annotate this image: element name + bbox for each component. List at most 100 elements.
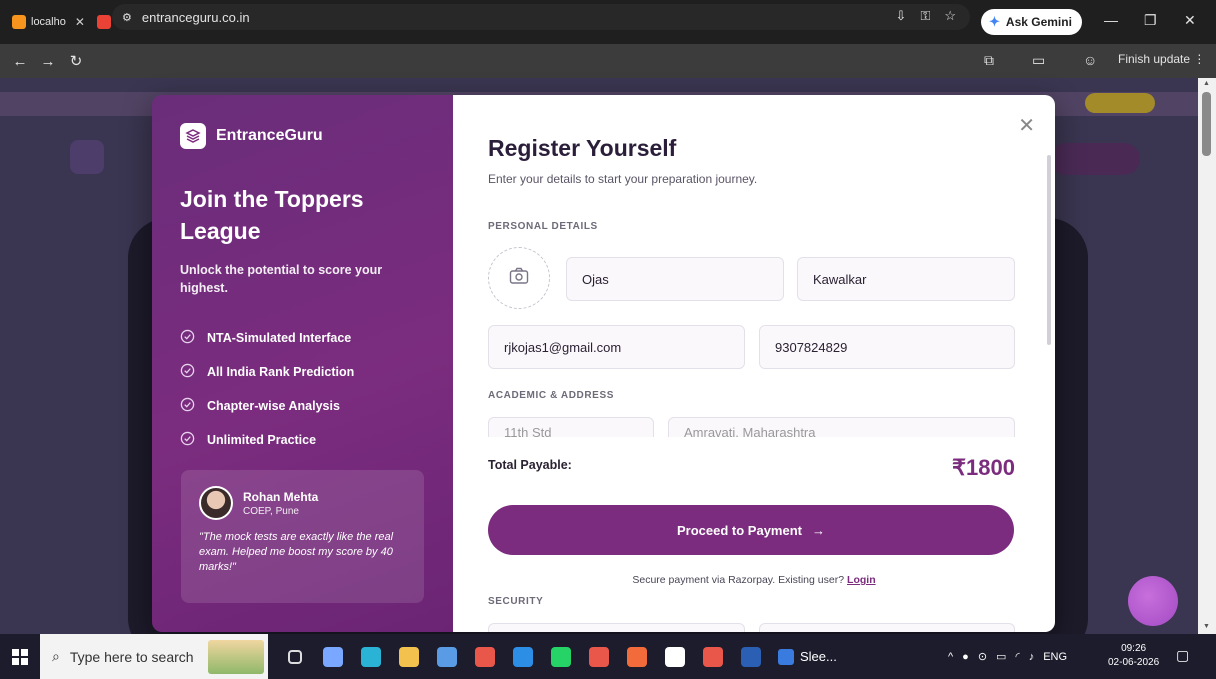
wifi-icon[interactable]: ◜ [1015, 650, 1019, 663]
store-icon[interactable] [428, 634, 466, 679]
check-circle-icon [180, 329, 195, 347]
feature-item: Chapter-wise Analysis [180, 389, 425, 423]
feature-label: NTA-Simulated Interface [207, 331, 352, 345]
word-icon[interactable] [732, 634, 770, 679]
login-link[interactable]: Login [847, 574, 876, 586]
phone-field[interactable]: 9307824829 [759, 325, 1015, 369]
omnibox[interactable]: ⚙ entranceguru.co.in ⇩ ⚿ ☆ [112, 4, 970, 30]
volume-icon[interactable]: ♪ [1029, 651, 1035, 663]
site-settings-icon[interactable]: ⚙ [122, 11, 132, 24]
play-icon [778, 648, 794, 665]
secure-text: Secure payment via Razorpay. Existing us… [632, 574, 845, 586]
language-indicator[interactable]: ENG [1043, 651, 1067, 663]
testimonial-card: Rohan Mehta COEP, Pune "The mock tests a… [181, 470, 424, 603]
extensions-icon[interactable]: ⧉ [984, 52, 994, 69]
restore-icon[interactable]: ❐ [1144, 12, 1157, 29]
browser-tab[interactable]: localho ✕ [6, 6, 91, 38]
arc-icon[interactable] [656, 634, 694, 679]
xampp-icon [12, 15, 26, 29]
ask-gemini-label: Ask Gemini [1005, 15, 1072, 29]
minimize-icon[interactable]: — [1104, 12, 1118, 28]
total-label: Total Payable: [488, 458, 572, 472]
meet-now-icon[interactable]: ⊙ [978, 650, 987, 663]
password-field[interactable] [488, 623, 745, 632]
profile-avatar-icon[interactable]: ☺ [1083, 52, 1097, 68]
brand: EntranceGuru [180, 123, 425, 149]
check-circle-icon [180, 363, 195, 381]
chat-bubble-button[interactable] [1128, 576, 1178, 626]
close-icon[interactable]: ✕ [1018, 113, 1035, 138]
promo-headline: Join the Toppers League [180, 186, 364, 244]
site-logo-blurred [70, 140, 104, 174]
banner-cta [1085, 93, 1155, 113]
chrome-icon[interactable] [466, 634, 504, 679]
bookmark-star-icon[interactable]: ☆ [944, 8, 956, 24]
gemini-star-icon: ✦ [989, 14, 1000, 29]
feature-list: NTA-Simulated Interface All India Rank Pr… [180, 321, 425, 457]
taskbar-search[interactable]: ⌕ Type here to search [40, 634, 268, 679]
ask-gemini-button[interactable]: ✦ Ask Gemini [981, 9, 1082, 35]
clock-date: 02-06-2026 [1108, 657, 1160, 668]
header-cta-blurred [1050, 143, 1140, 175]
edge-icon[interactable] [352, 634, 390, 679]
first-name-field[interactable]: Ojas [566, 257, 784, 301]
taskbar: ⌕ Type here to search Slee... ^ ● ⊙ ▭ ◜ … [0, 634, 1216, 679]
copilot-icon[interactable] [314, 634, 352, 679]
proceed-to-payment-button[interactable]: Proceed to Payment → [488, 505, 1014, 555]
chrome-tray-icon[interactable]: ● [962, 651, 969, 663]
windows-start-icon[interactable] [0, 634, 40, 679]
finish-update-button[interactable]: Finish update ⋮ [1118, 52, 1205, 66]
notification-icon[interactable]: ▢ [1176, 647, 1189, 664]
search-highlight-image [208, 640, 264, 674]
chrome-profile-icon[interactable] [580, 634, 618, 679]
file-explorer-icon[interactable] [390, 634, 428, 679]
tab-close-icon[interactable]: ✕ [75, 15, 85, 29]
avatar [199, 486, 233, 520]
running-app-label: Slee... [800, 649, 837, 664]
close-window-icon[interactable]: ✕ [1184, 12, 1196, 29]
reading-list-icon[interactable]: ▭ [1032, 52, 1045, 69]
scroll-up-icon[interactable]: ▲ [1203, 80, 1210, 87]
postman-icon[interactable] [618, 634, 656, 679]
back-icon[interactable]: ← [6, 53, 34, 70]
register-modal: EntranceGuru Join the Toppers League Unl… [152, 95, 1055, 632]
last-name-field[interactable]: Kawalkar [797, 257, 1015, 301]
task-view-icon[interactable] [276, 634, 314, 679]
scrollbar-thumb[interactable] [1202, 92, 1211, 156]
running-app-button[interactable]: Slee... [770, 634, 845, 679]
brand-name: EntranceGuru [216, 127, 323, 144]
url-text: entranceguru.co.in [141, 9, 250, 25]
check-circle-icon [180, 397, 195, 415]
install-app-icon[interactable]: ⇩ [896, 8, 907, 24]
form-subtitle: Enter your details to start your prepara… [488, 172, 758, 186]
forward-icon[interactable]: → [34, 53, 62, 70]
clock[interactable]: 09:26 02-06-2026 [1108, 642, 1159, 670]
layers-logo-icon [180, 123, 206, 149]
feature-item: NTA-Simulated Interface [180, 321, 425, 355]
battery-icon[interactable]: ▭ [996, 650, 1006, 663]
testimonial-college: COEP, Pune [243, 505, 299, 517]
whatsapp-icon[interactable] [542, 634, 580, 679]
testimonial-quote: "The mock tests are exactly like the rea… [199, 531, 394, 573]
taskbar-apps [276, 634, 770, 679]
section-security: SECURITY [488, 596, 544, 607]
feature-label: Unlimited Practice [207, 433, 317, 447]
vscode-icon[interactable] [504, 634, 542, 679]
form-scrollbar[interactable] [1047, 155, 1051, 345]
chrome-alt-icon[interactable] [694, 634, 732, 679]
photo-upload[interactable] [488, 247, 550, 309]
email-field[interactable]: rjkojas1@gmail.com [488, 325, 745, 369]
promo-panel: EntranceGuru Join the Toppers League Unl… [152, 95, 453, 632]
registration-form: ✕ Register Yourself Enter your details t… [453, 95, 1055, 632]
page-scrollbar[interactable]: ▲ ▼ [1198, 78, 1216, 634]
confirm-password-field[interactable] [759, 623, 1015, 632]
promo-subtext: Unlock the potential to score your highe… [180, 263, 383, 295]
section-academic: ACADEMIC & ADDRESS [488, 390, 614, 401]
testimonial-name: Rohan Mehta [243, 489, 319, 504]
password-key-icon[interactable]: ⚿ [920, 8, 930, 24]
reload-icon[interactable]: ↻ [62, 52, 90, 70]
secure-payment-note: Secure payment via Razorpay. Existing us… [453, 574, 1055, 586]
chevron-up-icon[interactable]: ^ [948, 651, 953, 663]
search-icon: ⌕ [52, 648, 60, 664]
scroll-down-icon[interactable]: ▼ [1203, 623, 1210, 630]
